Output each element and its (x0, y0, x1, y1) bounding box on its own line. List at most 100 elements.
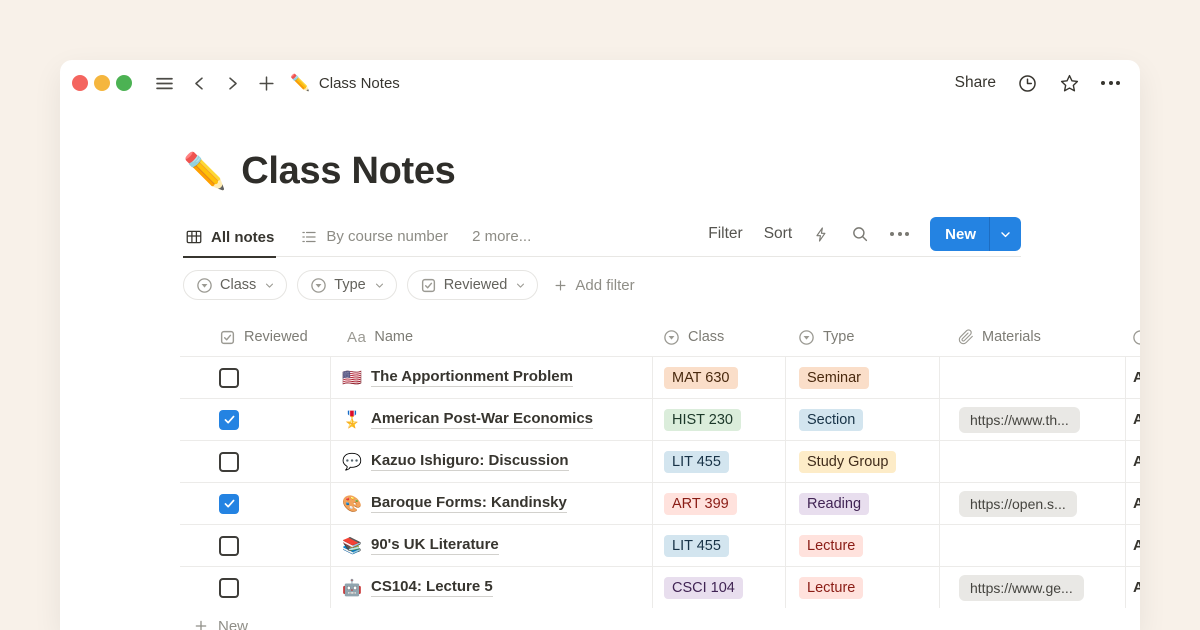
row-icon: 🎖️ (340, 410, 364, 430)
table-row[interactable]: 🤖 CS104: Lecture 5 CSCI 104 Lecture https… (180, 566, 1140, 608)
class-tag[interactable]: ART 399 (664, 493, 737, 515)
column-header-class[interactable]: Class (652, 318, 785, 356)
plus-icon (193, 618, 209, 630)
favorite-star-icon[interactable] (1059, 73, 1080, 94)
close-window-button[interactable] (72, 75, 88, 91)
column-header-reviewed[interactable]: Reviewed (180, 318, 330, 356)
table-row[interactable]: 🇺🇸The Apportionment Problem MAT 630 Semi… (180, 356, 1140, 398)
new-dropdown-chevron-icon[interactable] (990, 217, 1021, 251)
doc-title-label: Class Notes (319, 75, 400, 92)
type-tag[interactable]: Lecture (799, 577, 863, 599)
more-views-link[interactable]: 2 more... (472, 228, 531, 256)
row-checkbox[interactable] (219, 410, 239, 430)
history-clock-icon[interactable] (1017, 73, 1038, 94)
doc-emoji-icon: ✏️ (290, 73, 310, 93)
type-tag[interactable]: Reading (799, 493, 869, 515)
new-row-button[interactable]: New (180, 608, 1140, 630)
add-filter-button[interactable]: Add filter (553, 277, 634, 294)
sort-button[interactable]: Sort (764, 225, 792, 243)
column-header-materials[interactable]: Materials (939, 318, 1125, 356)
page-title-text[interactable]: Class Notes (241, 150, 455, 193)
chevron-down-icon (264, 280, 275, 291)
table-row[interactable]: 🎨 Baroque Forms: Kandinsky ART 399 Readin… (180, 482, 1140, 524)
table-row[interactable]: 📚90's UK Literature LIT 455 Lecture A (180, 524, 1140, 566)
type-tag[interactable]: Section (799, 409, 863, 431)
filter-chip-reviewed[interactable]: Reviewed (407, 270, 539, 300)
tab-by-course-number[interactable]: By course number (298, 217, 450, 256)
materials-link[interactable]: https://www.ge... (959, 575, 1084, 601)
type-tag[interactable]: Study Group (799, 451, 896, 473)
column-header-type[interactable]: Type (785, 318, 939, 356)
table-header-row: Reviewed Aa Name Class Type (180, 318, 1140, 356)
checkbox-property-icon (420, 277, 437, 294)
clipped-cell-text: A (1133, 579, 1140, 596)
column-label: Materials (982, 329, 1041, 345)
clipped-cell-text: A (1133, 453, 1140, 470)
class-tag[interactable]: MAT 630 (664, 367, 738, 389)
class-tag[interactable]: CSCI 104 (664, 577, 743, 599)
share-button[interactable]: Share (955, 74, 996, 92)
app-window: ✏️ Class Notes Share ✏️ Class Notes (60, 60, 1140, 630)
zoom-window-button[interactable] (116, 75, 132, 91)
automation-bolt-icon[interactable] (813, 226, 830, 243)
forward-icon[interactable] (224, 75, 241, 92)
table-row[interactable]: 💬 Kazuo Ishiguro: Discussion LIT 455 Stud… (180, 440, 1140, 482)
row-checkbox[interactable] (219, 536, 239, 556)
filter-chip-label: Class (220, 277, 256, 293)
type-tag[interactable]: Lecture (799, 535, 863, 557)
back-icon[interactable] (191, 75, 208, 92)
view-toolbar: All notes By course number 2 more... Fil… (183, 217, 1021, 257)
row-icon: 💬 (340, 452, 364, 472)
menu-icon[interactable] (154, 73, 175, 94)
list-view-icon (300, 228, 318, 246)
chevron-down-icon (374, 280, 385, 291)
table-row[interactable]: 🎖️ American Post-War Economics HIST 230 S… (180, 398, 1140, 440)
column-header-name[interactable]: Aa Name (330, 318, 652, 356)
materials-link[interactable]: https://www.th... (959, 407, 1080, 433)
tab-all-notes[interactable]: All notes (183, 219, 276, 258)
table-view-icon (185, 228, 203, 246)
filter-chip-class[interactable]: Class (183, 270, 287, 300)
chevron-down-icon (515, 280, 526, 291)
type-tag[interactable]: Seminar (799, 367, 869, 389)
breadcrumb[interactable]: ✏️ Class Notes (290, 73, 400, 93)
row-name-link[interactable]: 90's UK Literature (371, 536, 499, 555)
row-name-link[interactable]: Baroque Forms: Kandinsky (371, 494, 567, 513)
row-checkbox[interactable] (219, 578, 239, 598)
row-name-link[interactable]: The Apportionment Problem (371, 368, 573, 387)
search-icon[interactable] (851, 225, 869, 243)
row-name-link[interactable]: CS104: Lecture 5 (371, 578, 493, 597)
titlebar: ✏️ Class Notes Share (60, 60, 1140, 106)
text-property-icon: Aa (347, 329, 366, 346)
row-checkbox[interactable] (219, 452, 239, 472)
row-name-link[interactable]: Kazuo Ishiguro: Discussion (371, 452, 569, 471)
row-icon: 🤖 (340, 578, 364, 598)
filter-button[interactable]: Filter (708, 225, 742, 243)
new-tab-icon[interactable] (257, 74, 276, 93)
filter-chip-type[interactable]: Type (297, 270, 396, 300)
tab-label: By course number (326, 228, 448, 245)
page-emoji-icon[interactable]: ✏️ (183, 151, 226, 192)
new-button[interactable]: New (930, 217, 1021, 251)
class-tag[interactable]: LIT 455 (664, 451, 729, 473)
row-icon: 🎨 (340, 494, 364, 514)
notes-table: Reviewed Aa Name Class Type (180, 318, 1140, 630)
more-options-icon[interactable] (1101, 81, 1120, 85)
column-header-clipped[interactable] (1125, 318, 1140, 356)
select-property-icon (196, 277, 213, 294)
column-label: Type (823, 329, 854, 345)
row-checkbox[interactable] (219, 368, 239, 388)
materials-link[interactable]: https://open.s... (959, 491, 1077, 517)
row-checkbox[interactable] (219, 494, 239, 514)
filter-chip-label: Reviewed (444, 277, 508, 293)
tab-label: All notes (211, 229, 274, 246)
minimize-window-button[interactable] (94, 75, 110, 91)
class-tag[interactable]: LIT 455 (664, 535, 729, 557)
class-tag[interactable]: HIST 230 (664, 409, 741, 431)
select-property-icon (310, 277, 327, 294)
filter-chip-label: Type (334, 277, 365, 293)
new-button-label[interactable]: New (930, 217, 989, 251)
view-options-icon[interactable] (890, 232, 909, 236)
clipped-cell-text: A (1133, 411, 1140, 428)
row-name-link[interactable]: American Post-War Economics (371, 410, 593, 429)
